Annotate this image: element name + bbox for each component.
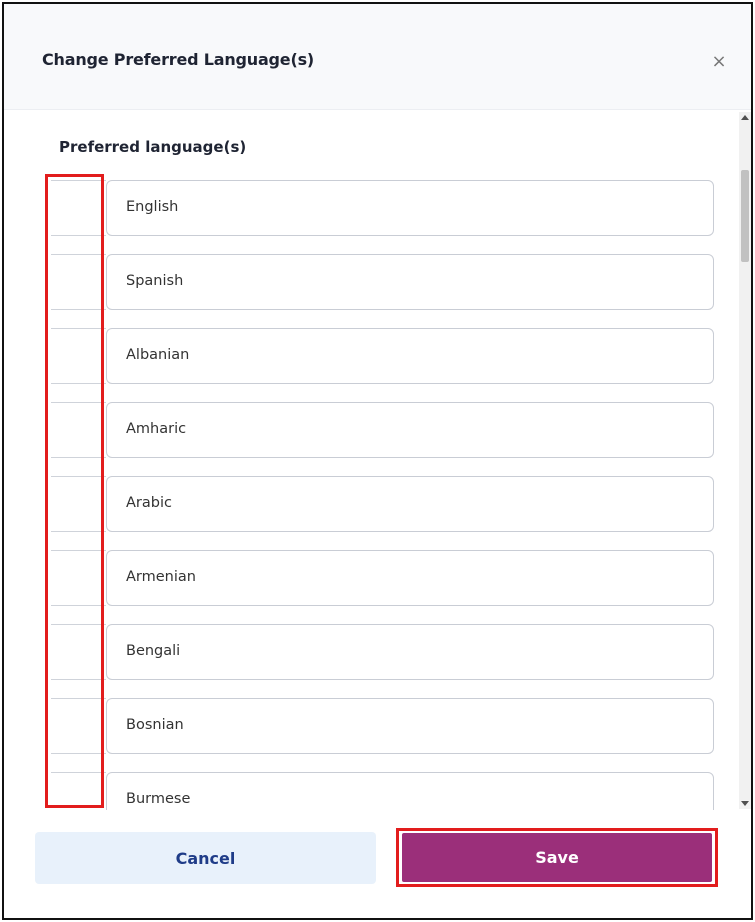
language-checkbox[interactable] <box>51 402 106 458</box>
language-label: Arabic <box>126 495 172 511</box>
language-checkbox[interactable] <box>51 624 106 680</box>
language-row-amharic: Amharic <box>51 402 714 458</box>
scroll-down-arrow-icon[interactable] <box>741 801 749 806</box>
save-button[interactable]: Save <box>402 833 712 882</box>
language-checkbox[interactable] <box>51 254 106 310</box>
scroll-up-arrow-icon[interactable] <box>741 115 749 120</box>
language-option[interactable]: Albanian <box>106 328 714 384</box>
language-checkbox[interactable] <box>51 476 106 532</box>
language-row-bengali: Bengali <box>51 624 714 680</box>
language-label: Spanish <box>126 273 184 289</box>
language-label: English <box>126 199 179 215</box>
language-label: Albanian <box>126 347 190 363</box>
language-label: Amharic <box>126 421 187 437</box>
language-checkbox[interactable] <box>51 328 106 384</box>
modal-header: Change Preferred Language(s) × <box>4 4 751 110</box>
language-row-english: English <box>51 180 714 236</box>
change-language-modal: Change Preferred Language(s) × Preferred… <box>2 2 753 920</box>
language-option[interactable]: Burmese <box>106 772 714 810</box>
close-icon[interactable]: × <box>709 52 729 72</box>
language-row-spanish: Spanish <box>51 254 714 310</box>
language-checkbox[interactable] <box>51 550 106 606</box>
language-checkbox[interactable] <box>51 180 106 236</box>
language-checkbox[interactable] <box>51 772 106 810</box>
language-label: Armenian <box>126 569 196 585</box>
cancel-button[interactable]: Cancel <box>35 832 376 884</box>
language-row-armenian: Armenian <box>51 550 714 606</box>
language-label: Bengali <box>126 643 181 659</box>
language-row-albanian: Albanian <box>51 328 714 384</box>
language-row-burmese: Burmese <box>51 772 714 810</box>
language-row-bosnian: Bosnian <box>51 698 714 754</box>
section-label: Preferred language(s) <box>59 138 247 156</box>
language-option[interactable]: Arabic <box>106 476 714 532</box>
language-option[interactable]: Bengali <box>106 624 714 680</box>
language-option[interactable]: Armenian <box>106 550 714 606</box>
language-label: Bosnian <box>126 717 184 733</box>
scrollbar[interactable] <box>739 112 751 809</box>
language-option[interactable]: English <box>106 180 714 236</box>
language-option[interactable]: Spanish <box>106 254 714 310</box>
language-option[interactable]: Bosnian <box>106 698 714 754</box>
scroll-thumb[interactable] <box>741 170 749 262</box>
language-option[interactable]: Amharic <box>106 402 714 458</box>
language-row-arabic: Arabic <box>51 476 714 532</box>
modal-body: Preferred language(s) English Spanish Al… <box>4 110 751 810</box>
modal-title: Change Preferred Language(s) <box>42 50 315 69</box>
language-checkbox[interactable] <box>51 698 106 754</box>
language-label: Burmese <box>126 791 191 807</box>
